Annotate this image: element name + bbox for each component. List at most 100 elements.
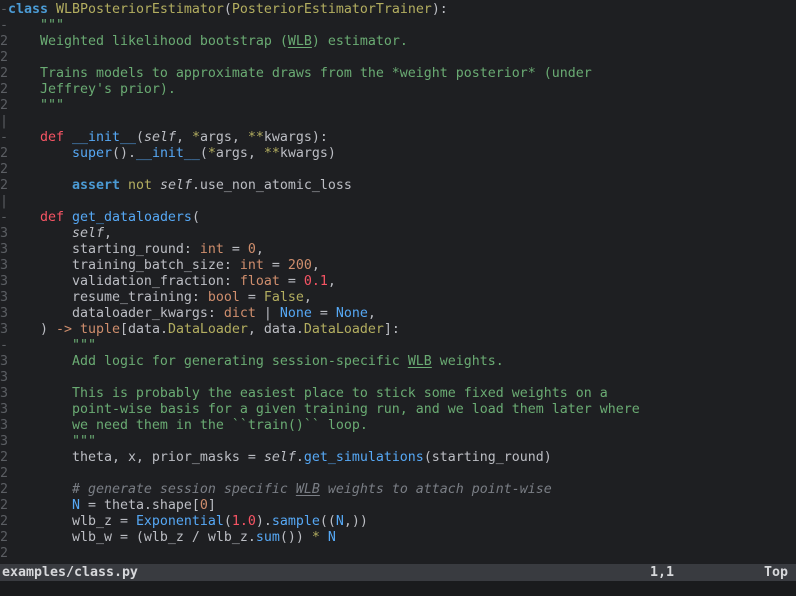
code-line[interactable]: 2 — [0, 466, 796, 482]
fold-column-marker[interactable]: 2 — [0, 50, 8, 66]
code-line[interactable]: 2 N = theta.shape[0] — [0, 498, 796, 514]
code-line[interactable]: 2 — [0, 50, 796, 66]
code-token: , data. — [248, 322, 304, 337]
code-line[interactable]: 2 — [0, 546, 796, 562]
code-token: # generate session specific — [72, 482, 296, 497]
code-token: dataloader_kwargs: — [8, 306, 224, 321]
fold-column-marker[interactable]: 2 — [0, 162, 8, 178]
fold-column-marker[interactable]: 2 — [0, 546, 8, 562]
code-token: = — [264, 258, 288, 273]
code-line[interactable]: 2 wlb_z = Exponential(1.0).sample((N,)) — [0, 514, 796, 530]
code-line[interactable]: 3 point-wise basis for a given training … — [0, 402, 796, 418]
fold-column-marker[interactable]: 2 — [0, 514, 8, 530]
command-line[interactable] — [0, 581, 796, 596]
code-line[interactable]: 3 This is probably the easiest place to … — [0, 386, 796, 402]
fold-column-marker[interactable]: - — [0, 18, 8, 34]
code-token: , — [368, 306, 376, 321]
code-line[interactable]: -class WLBPosteriorEstimator(PosteriorEs… — [0, 2, 796, 18]
code-token: Trains models to approximate draws from … — [40, 66, 592, 81]
fold-column-marker[interactable]: 2 — [0, 530, 8, 546]
code-line[interactable]: - """ — [0, 18, 796, 34]
fold-column-marker[interactable]: 3 — [0, 434, 8, 450]
code-line[interactable]: 2 — [0, 162, 796, 178]
code-line[interactable]: - """ — [0, 338, 796, 354]
code-token: .use_non_atomic_loss — [192, 178, 352, 193]
code-line[interactable]: - def get_dataloaders( — [0, 210, 796, 226]
code-token — [8, 434, 72, 449]
code-line[interactable]: 2 assert not self.use_non_atomic_loss — [0, 178, 796, 194]
fold-column-marker[interactable]: 3 — [0, 402, 8, 418]
code-token — [8, 418, 72, 433]
fold-column-marker[interactable]: 3 — [0, 226, 8, 242]
code-token: point-wise basis for a given training ru… — [72, 402, 640, 417]
code-line[interactable]: 2 Trains models to approximate draws fro… — [0, 66, 796, 82]
code-line[interactable]: 2 """ — [0, 98, 796, 114]
code-token: resume_training: — [8, 290, 208, 305]
code-line[interactable]: | — [0, 114, 796, 130]
code-token: training_batch_size: — [8, 258, 240, 273]
fold-column-marker[interactable]: 2 — [0, 98, 8, 114]
fold-column-marker[interactable]: 2 — [0, 66, 8, 82]
code-token — [8, 66, 40, 81]
fold-column-marker[interactable]: 2 — [0, 450, 8, 466]
fold-column-marker[interactable]: 3 — [0, 354, 8, 370]
fold-column-marker[interactable]: 2 — [0, 466, 8, 482]
code-token: int — [240, 258, 264, 273]
code-line[interactable]: 3 dataloader_kwargs: dict | None = None, — [0, 306, 796, 322]
code-token: self — [144, 130, 176, 145]
fold-column-marker[interactable]: - — [0, 338, 8, 354]
code-token: * — [208, 146, 216, 161]
code-line[interactable]: 2 # generate session specific WLB weight… — [0, 482, 796, 498]
code-line[interactable]: 3 Add logic for generating session-speci… — [0, 354, 796, 370]
code-area[interactable]: -class WLBPosteriorEstimator(PosteriorEs… — [0, 0, 796, 564]
code-line[interactable]: 3 resume_training: bool = False, — [0, 290, 796, 306]
code-token: , — [312, 258, 320, 273]
fold-column-marker[interactable]: - — [0, 2, 8, 18]
fold-column-marker[interactable]: 3 — [0, 306, 8, 322]
fold-column-marker[interactable]: 3 — [0, 322, 8, 338]
code-line[interactable]: 3 """ — [0, 434, 796, 450]
fold-column-marker[interactable]: 2 — [0, 498, 8, 514]
fold-column-marker[interactable]: 2 — [0, 146, 8, 162]
fold-column-marker[interactable]: 3 — [0, 274, 8, 290]
fold-column-marker[interactable]: | — [0, 194, 8, 210]
fold-column-marker[interactable]: 2 — [0, 178, 8, 194]
code-line[interactable]: 3 starting_round: int = 0, — [0, 242, 796, 258]
fold-column-marker[interactable]: 3 — [0, 290, 8, 306]
code-line[interactable]: 3 self, — [0, 226, 796, 242]
code-token — [8, 498, 72, 513]
fold-column-marker[interactable]: 3 — [0, 418, 8, 434]
code-line[interactable]: - def __init__(self, *args, **kwargs): — [0, 130, 796, 146]
code-line[interactable]: 3 we need them in the ``train()`` loop. — [0, 418, 796, 434]
code-line[interactable]: | — [0, 194, 796, 210]
code-token — [8, 482, 72, 497]
code-token: __init__ — [136, 146, 200, 161]
code-line[interactable]: 3 — [0, 370, 796, 386]
status-cursor-position: 1,1 — [650, 564, 674, 581]
fold-column-marker[interactable]: - — [0, 130, 8, 146]
code-token: * — [192, 130, 200, 145]
fold-column-marker[interactable]: 2 — [0, 482, 8, 498]
fold-column-marker[interactable]: 3 — [0, 242, 8, 258]
fold-column-marker[interactable]: 3 — [0, 386, 8, 402]
code-line[interactable]: 3 validation_fraction: float = 0.1, — [0, 274, 796, 290]
fold-column-marker[interactable]: 2 — [0, 34, 8, 50]
fold-column-marker[interactable]: 2 — [0, 82, 8, 98]
fold-column-marker[interactable]: - — [0, 210, 8, 226]
code-line[interactable]: 3 training_batch_size: int = 200, — [0, 258, 796, 274]
fold-column-marker[interactable]: 3 — [0, 370, 8, 386]
fold-column-marker[interactable]: 3 — [0, 258, 8, 274]
code-line[interactable]: 2 Weighted likelihood bootstrap (WLB) es… — [0, 34, 796, 50]
terminal-vim-window: -class WLBPosteriorEstimator(PosteriorEs… — [0, 0, 796, 596]
code-line[interactable]: 2 theta, x, prior_masks = self.get_simul… — [0, 450, 796, 466]
code-line[interactable]: 2 Jeffrey's prior). — [0, 82, 796, 98]
code-line[interactable]: 3 ) -> tuple[data.DataLoader, data.DataL… — [0, 322, 796, 338]
code-line[interactable]: 2 super().__init__(*args, **kwargs) — [0, 146, 796, 162]
code-token: WLBPosteriorEstimator — [56, 2, 224, 17]
code-token: kwargs): — [264, 130, 328, 145]
code-token: self — [160, 178, 192, 193]
code-line[interactable]: 2 wlb_w = (wlb_z / wlb_z.sum()) * N — [0, 530, 796, 546]
code-token: , — [304, 290, 312, 305]
code-token — [64, 210, 72, 225]
fold-column-marker[interactable]: | — [0, 114, 8, 130]
